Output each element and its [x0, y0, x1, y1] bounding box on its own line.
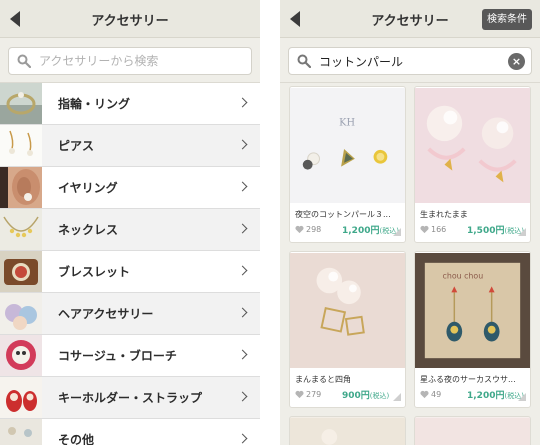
- corner-triangle-icon: [393, 393, 401, 401]
- category-item-necklace[interactable]: ネックレス: [0, 209, 260, 251]
- search-conditions-button[interactable]: 検索条件: [482, 9, 532, 30]
- category-item-bracelet[interactable]: ブレスレット: [0, 251, 260, 293]
- product-image: [415, 88, 530, 203]
- category-item-pierced[interactable]: ピアス: [0, 125, 260, 167]
- product-card[interactable]: KH 夜空のコットンパール３... 298 1,200円(税込): [289, 86, 406, 243]
- bracelet-thumbnail: [0, 251, 42, 292]
- hair-accessory-thumbnail: [0, 293, 42, 334]
- search-input[interactable]: [319, 48, 503, 74]
- clear-icon[interactable]: ×: [508, 53, 525, 70]
- corner-triangle-icon: [393, 228, 401, 236]
- category-label: その他: [58, 433, 95, 445]
- product-card-partial[interactable]: [414, 416, 531, 445]
- category-label: ヘアアクセサリー: [58, 307, 154, 321]
- product-price: 1,200円(税込): [467, 391, 524, 401]
- category-label: ブレスレット: [58, 265, 131, 279]
- image-logo-text: KH: [339, 117, 355, 128]
- brooch-thumbnail: [0, 335, 42, 376]
- right-screen: アクセサリー 検索条件 × KH 夜空のコットンパール: [280, 0, 540, 445]
- heart-icon[interactable]: [295, 390, 304, 399]
- like-count: 49: [431, 390, 442, 399]
- category-item-other[interactable]: その他: [0, 419, 260, 445]
- like-count: 298: [306, 225, 322, 234]
- other-thumbnail: [0, 419, 42, 445]
- product-card[interactable]: まんまると四角 279 900円(税込): [289, 251, 406, 408]
- chevron-right-icon: [237, 97, 248, 108]
- category-label: キーホルダー・ストラップ: [58, 391, 203, 405]
- search-bar: ×: [280, 38, 540, 83]
- like-count: 279: [306, 390, 322, 399]
- product-title: 星ふる夜のサーカスウサ...: [420, 375, 516, 384]
- pierced-earrings-thumbnail: [0, 125, 42, 166]
- chevron-right-icon: [237, 181, 248, 192]
- product-image: KH: [290, 88, 405, 203]
- product-footer: 166 1,500円(税込): [415, 219, 530, 239]
- search-input[interactable]: [39, 48, 223, 74]
- chevron-right-icon: [237, 223, 248, 234]
- navbar: アクセサリー 検索条件: [280, 0, 540, 38]
- product-footer: 279 900円(税込): [290, 384, 405, 404]
- screen-divider: [260, 0, 280, 445]
- search-box[interactable]: ×: [288, 47, 532, 75]
- category-label: ネックレス: [58, 223, 119, 237]
- category-label: 指輪・リング: [58, 97, 131, 111]
- search-icon: [17, 54, 31, 68]
- category-label: ピアス: [58, 139, 95, 153]
- category-label: コサージュ・ブローチ: [58, 349, 177, 363]
- corner-triangle-icon: [518, 393, 526, 401]
- necklace-thumbnail: [0, 209, 42, 250]
- search-icon: [297, 54, 311, 68]
- rings-thumbnail: [0, 83, 42, 124]
- chevron-right-icon: [237, 139, 248, 150]
- chevron-right-icon: [237, 307, 248, 318]
- corner-triangle-icon: [518, 228, 526, 236]
- product-title: 生まれたまま: [420, 210, 468, 219]
- page-title: アクセサリー: [91, 14, 169, 29]
- chevron-right-icon: [237, 265, 248, 276]
- product-footer: 298 1,200円(税込): [290, 219, 405, 239]
- category-item-hair[interactable]: ヘアアクセサリー: [0, 293, 260, 335]
- product-price: 900円(税込): [342, 391, 390, 401]
- search-bar: [0, 38, 260, 83]
- heart-icon[interactable]: [420, 390, 429, 399]
- category-item-brooch[interactable]: コサージュ・ブローチ: [0, 335, 260, 377]
- product-price: 1,500円(税込): [467, 226, 524, 236]
- category-item-earrings[interactable]: イヤリング: [0, 167, 260, 209]
- navbar: アクセサリー: [0, 0, 260, 38]
- image-card-text: chou chou: [443, 272, 484, 281]
- product-title: 夜空のコットンパール３...: [295, 210, 391, 219]
- category-item-strap[interactable]: キーホルダー・ストラップ: [0, 377, 260, 419]
- category-list: 指輪・リング ピアス イヤリング ネックレス ブレスレット ヘアアクセサリー コ…: [0, 83, 260, 445]
- like-count: 166: [431, 225, 447, 234]
- product-card[interactable]: 生まれたまま 166 1,500円(税込): [414, 86, 531, 243]
- product-card[interactable]: chou chou 星ふる夜のサーカスウサ... 49 1,200円(税込): [414, 251, 531, 408]
- product-image: [290, 417, 405, 445]
- product-price: 1,200円(税込): [342, 226, 399, 236]
- earrings-thumbnail: [0, 167, 42, 208]
- product-title: まんまると四角: [295, 375, 351, 384]
- heart-icon[interactable]: [420, 225, 429, 234]
- product-image: [290, 253, 405, 368]
- search-box[interactable]: [8, 47, 252, 75]
- category-item-rings[interactable]: 指輪・リング: [0, 83, 260, 125]
- chevron-right-icon: [237, 433, 248, 444]
- keychain-thumbnail: [0, 377, 42, 418]
- product-image: chou chou: [415, 253, 530, 368]
- category-label: イヤリング: [58, 181, 118, 195]
- product-footer: 49 1,200円(税込): [415, 384, 530, 404]
- product-image: [415, 417, 530, 445]
- left-screen: アクセサリー 指輪・リング ピアス イヤリング ネックレス: [0, 0, 260, 445]
- chevron-right-icon: [237, 349, 248, 360]
- chevron-right-icon: [237, 391, 248, 402]
- heart-icon[interactable]: [295, 225, 304, 234]
- product-card-partial[interactable]: [289, 416, 406, 445]
